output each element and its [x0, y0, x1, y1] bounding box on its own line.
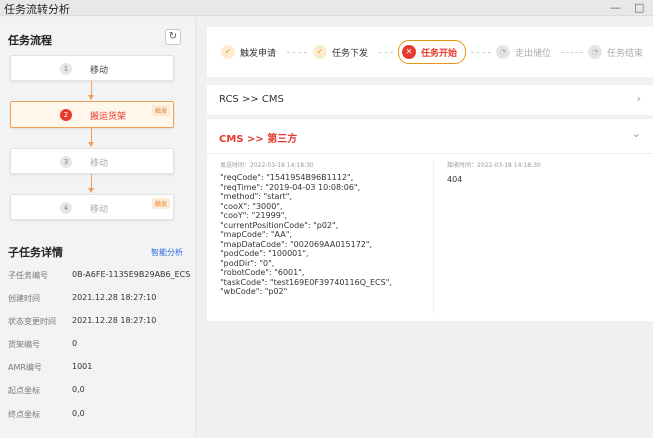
- arrow-down-icon: [88, 95, 94, 100]
- flow-connector: [91, 128, 92, 142]
- node-label: 移动: [90, 205, 109, 215]
- refresh-icon: ↻: [168, 31, 178, 42]
- clock-icon: ◔: [496, 45, 510, 59]
- window-title: 任务流转分析: [4, 3, 70, 16]
- step-label: 任务下发: [332, 48, 369, 59]
- check-icon: ✓: [313, 45, 327, 59]
- step-leave-slot: ◔ 走出储位: [496, 42, 551, 62]
- detail-key: 子任务编号: [8, 271, 48, 280]
- step-label: 触发申请: [240, 48, 277, 59]
- send-time: 发送时间：2022-03-18 14:18:30: [220, 162, 314, 169]
- detail-value: 1001: [72, 362, 93, 371]
- detail-key: 货架编号: [8, 340, 40, 349]
- detail-value: 0B-A6FE-1135E9B29AB6_ECS: [72, 270, 191, 279]
- trigger-tag: 触发: [151, 105, 170, 116]
- step-task-dispatch: ✓ 任务下发: [313, 42, 368, 62]
- maximize-button[interactable]: □: [634, 1, 644, 14]
- route-cms-third-party[interactable]: CMS >> 第三方 ⌄: [207, 119, 653, 153]
- clock-icon: ◔: [588, 45, 602, 59]
- detail-value: 2021.12.28 18:27:10: [72, 316, 157, 325]
- step-label: 任务结束: [607, 48, 644, 59]
- route-rcs-cms[interactable]: RCS >> CMS ›: [207, 85, 653, 115]
- detail-key: 起点坐标: [8, 386, 40, 395]
- node-label: 移动: [90, 159, 109, 169]
- step-task-end: ◔ 任务结束: [588, 42, 643, 62]
- step-label: 走出储位: [515, 48, 552, 59]
- window-titlebar: 任务流转分析 — □: [0, 0, 653, 16]
- flow-node-2[interactable]: 2 搬运货架 触发: [10, 101, 174, 128]
- message-payload: 发送时间：2022-03-18 14:18:30 "reqCode": "154…: [207, 153, 653, 321]
- check-icon: ✓: [221, 45, 235, 59]
- flow-node-1[interactable]: 1 移动: [10, 55, 174, 81]
- response-body: 404: [447, 175, 463, 184]
- detail-key: 终点坐标: [8, 410, 40, 419]
- detail-value: 0,0: [72, 385, 85, 394]
- flow-title: 任务流程: [8, 34, 52, 47]
- route-label: RCS >> CMS: [219, 94, 284, 105]
- detail-title: 子任务详情: [8, 246, 63, 259]
- payload-divider: [433, 160, 434, 314]
- minimize-button[interactable]: —: [610, 1, 621, 14]
- flow-node-4[interactable]: 4 移动 触发: [10, 194, 174, 220]
- step-label: 任务开始: [421, 48, 458, 59]
- chevron-down-icon: ⌄: [631, 127, 641, 140]
- node-number: 4: [60, 202, 72, 214]
- detail-key: 创建时间: [8, 294, 40, 303]
- step-connector: [287, 52, 307, 53]
- smart-analysis-link[interactable]: 智能分析: [151, 247, 183, 258]
- flow-node-3[interactable]: 3 移动: [10, 148, 174, 174]
- detail-key: 状态变更时间: [8, 317, 56, 326]
- request-body: "reqCode": "1541954B96B1112", "reqTime":…: [220, 173, 392, 296]
- receive-time: 接收时间：2022-03-18 14:18:30: [447, 162, 541, 169]
- detail-value: 0,0: [72, 409, 85, 418]
- status-stepper: ✓ 触发申请 ✓ 任务下发 ✕ 任务开始 ◔ 走出储位 ◔ 任务结束: [207, 27, 653, 77]
- left-panel: 任务流程 ↻ 1 移动 2 搬运货架 触发 3 移动 4 移动 触发 子任务详情…: [0, 17, 196, 438]
- route-label: CMS >> 第三方: [219, 134, 298, 145]
- step-task-start: ✕ 任务开始: [398, 40, 467, 64]
- step-connector: [379, 52, 393, 53]
- node-number: 3: [60, 156, 72, 168]
- close-circle-icon: ✕: [402, 45, 416, 59]
- node-label: 搬运货架: [90, 112, 127, 122]
- main-content: ✓ 触发申请 ✓ 任务下发 ✕ 任务开始 ◔ 走出储位 ◔ 任务结束 RCS >…: [197, 17, 653, 438]
- arrow-down-icon: [88, 142, 94, 147]
- step-trigger-request: ✓ 触发申请: [221, 42, 276, 62]
- node-number: 2: [60, 109, 72, 121]
- chevron-right-icon: ›: [636, 92, 641, 105]
- flow-connector: [91, 174, 92, 188]
- detail-value: 2021.12.28 18:27:10: [72, 293, 157, 302]
- refresh-button[interactable]: ↻: [165, 29, 181, 45]
- trigger-tag: 触发: [151, 198, 170, 209]
- step-connector: [561, 52, 583, 53]
- node-label: 移动: [90, 66, 109, 76]
- step-connector: [471, 52, 491, 53]
- flow-connector: [91, 81, 92, 95]
- detail-value: 0: [72, 339, 78, 348]
- node-number: 1: [60, 63, 72, 75]
- detail-key: AMR编号: [8, 363, 42, 372]
- arrow-down-icon: [88, 188, 94, 193]
